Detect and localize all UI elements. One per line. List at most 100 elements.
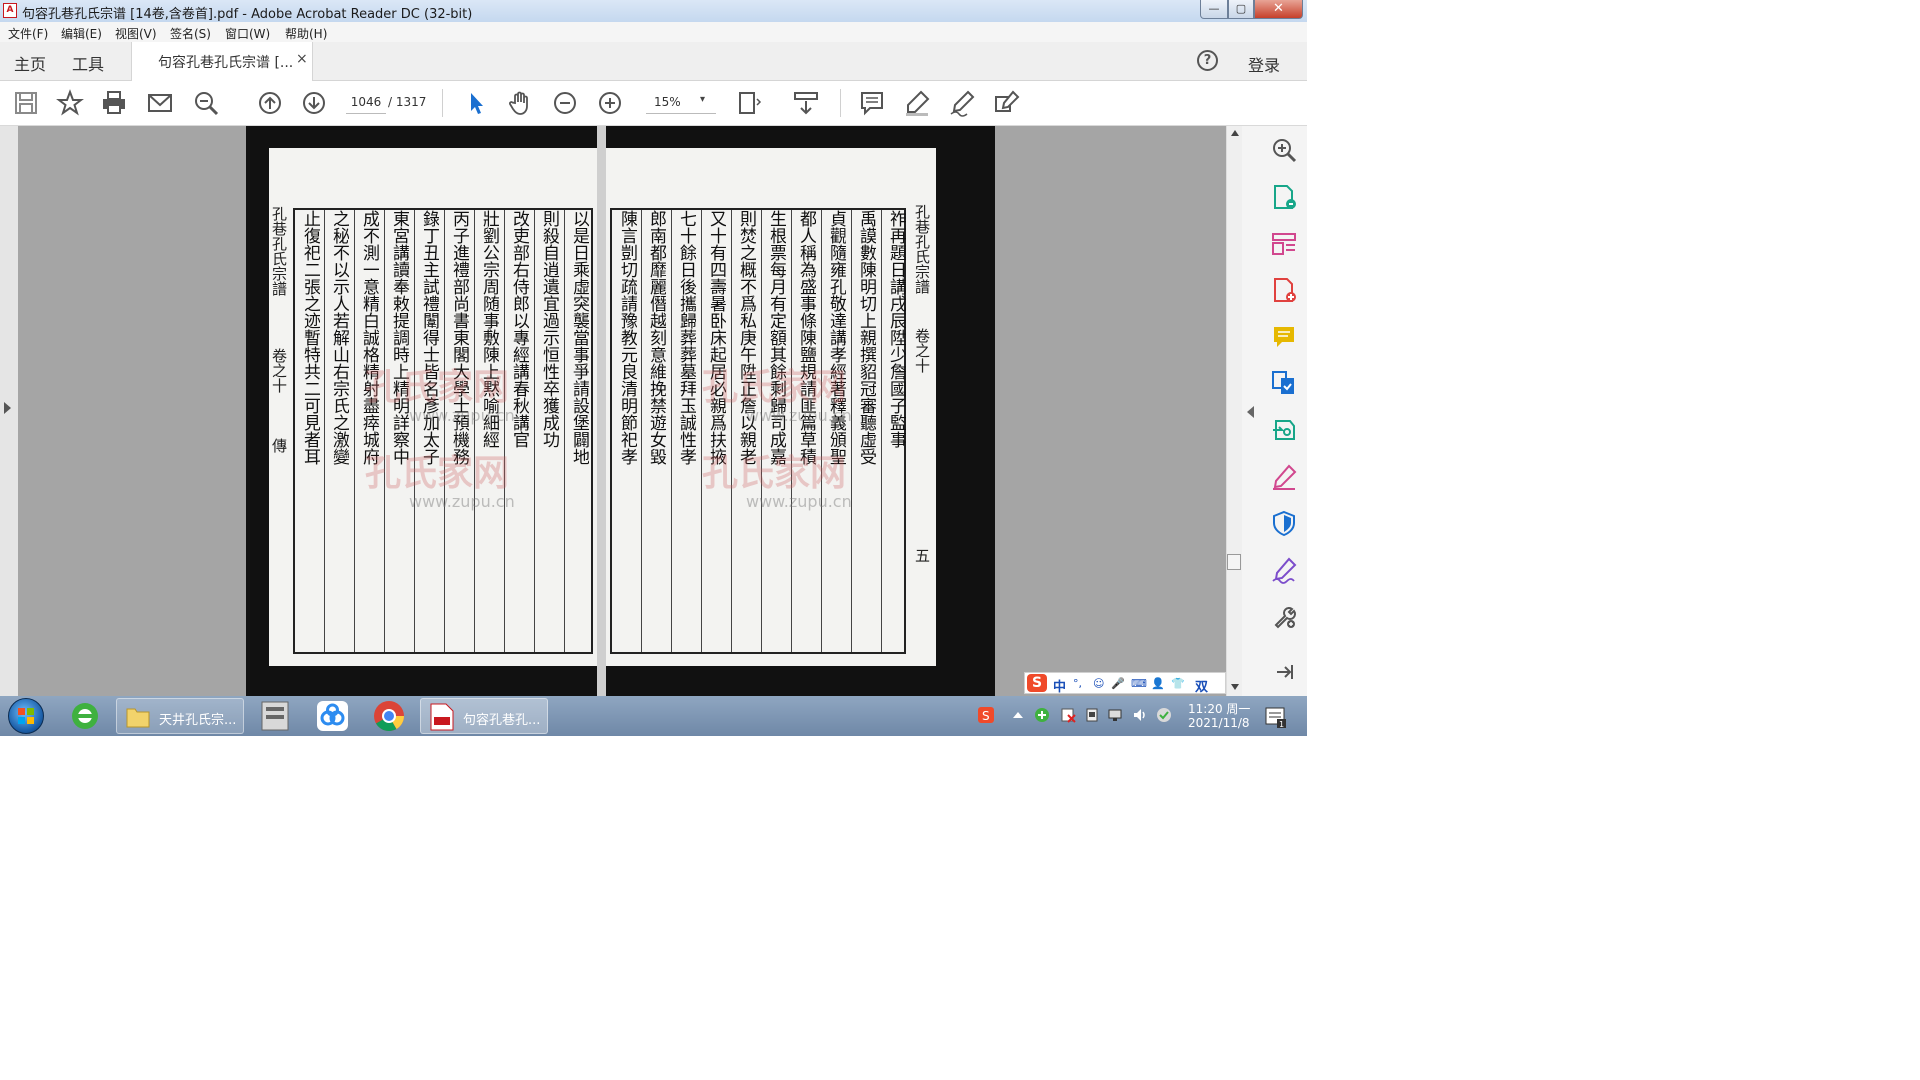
minimize-button[interactable]: — (1200, 0, 1228, 19)
menu-window[interactable]: 窗口(W) (225, 25, 270, 42)
scroll-up-icon[interactable] (1231, 130, 1239, 136)
chevron-down-icon: ▾ (700, 94, 706, 105)
tab-tools[interactable]: 工具 (72, 51, 104, 75)
fit-page-icon[interactable] (735, 89, 768, 117)
zoom-in-icon[interactable] (596, 89, 624, 117)
combine-files-icon[interactable] (1270, 369, 1298, 397)
right-tools-panel (1242, 126, 1307, 696)
baidu-netdisk-icon[interactable] (305, 698, 360, 734)
send-for-review-icon[interactable] (1270, 416, 1298, 444)
select-cursor-icon[interactable] (462, 89, 490, 117)
tray-expand-icon[interactable] (1010, 707, 1026, 723)
page-down-icon[interactable] (300, 89, 328, 117)
taskbar: 天井孔氏宗... 句容孔巷孔... S 11:20 周一 2021/11/8 1 (0, 696, 1307, 736)
sogou-logo-icon[interactable]: S (1027, 674, 1047, 692)
sign-icon[interactable] (948, 89, 976, 117)
clock-time[interactable]: 11:20 周一 (1188, 700, 1250, 717)
organize-pages-icon[interactable] (1270, 230, 1298, 258)
left-leaf: 孔巷孔氏宗譜 卷之十 傳 以是日乘虛突襲當事爭請設堡闢地 則殺自逍遺宜過示恒性卒… (269, 148, 597, 666)
close-tab-icon[interactable]: × (296, 51, 308, 67)
protect-icon[interactable] (1270, 509, 1298, 537)
zoom-out-icon[interactable] (551, 89, 579, 117)
comment-tool-icon[interactable] (1270, 323, 1298, 351)
taskbar-acrobat-task[interactable]: 句容孔巷孔... (420, 698, 548, 734)
email-icon[interactable] (146, 89, 174, 117)
zoom-value: 15% (654, 95, 681, 109)
pdf-page: 孔巷孔氏宗譜 卷之十 傳 以是日乘虛突襲當事爭請設堡闢地 則殺自逍遺宜過示恒性卒… (246, 126, 995, 696)
zoom-tool-icon[interactable] (1270, 136, 1298, 164)
watermark-url: www.zupu.cn (409, 492, 515, 511)
text-column: 郎南都靡麗僭越刻意維挽禁遊女毀 (646, 210, 666, 465)
highlight-pen-icon[interactable] (903, 89, 931, 117)
ime-punctuation-icon[interactable]: °, (1073, 677, 1082, 690)
menu-sign[interactable]: 签名(S) (170, 25, 211, 42)
pdf-tool-icon[interactable] (248, 698, 303, 734)
security-tray-icon[interactable] (1034, 707, 1050, 723)
exit-panel-icon[interactable] (1270, 658, 1298, 686)
bookmark-star-icon[interactable] (56, 89, 84, 117)
scroll-thumb[interactable] (1227, 554, 1241, 570)
collapse-panel-icon[interactable] (1247, 406, 1254, 418)
menu-view[interactable]: 视图(V) (115, 25, 157, 42)
ie-browser-icon[interactable] (58, 698, 113, 734)
windows-logo-icon (18, 708, 34, 724)
acrobat-app-icon: A (3, 3, 17, 18)
left-panel-toggle[interactable] (0, 126, 18, 696)
usb-device-tray-icon[interactable] (1084, 707, 1100, 723)
taskbar-folder-task[interactable]: 天井孔氏宗... (116, 698, 244, 734)
ime-emoji-icon[interactable]: ☺ (1093, 677, 1104, 690)
volume-tray-icon[interactable] (1132, 707, 1148, 723)
page-number-input[interactable] (346, 91, 386, 114)
comment-icon[interactable] (858, 89, 886, 117)
sogou-tray-icon[interactable]: S (978, 707, 994, 723)
menu-bar: 文件(F) 编辑(E) 视图(V) 签名(S) 窗口(W) 帮助(H) (0, 22, 1307, 42)
page-up-icon[interactable] (256, 89, 284, 117)
export-pdf-icon[interactable] (1270, 183, 1298, 211)
scroll-down-icon[interactable] (1231, 684, 1239, 690)
text-column: 祚再題日講戌辰陞少詹國子監事 (886, 210, 906, 448)
tab-document[interactable]: 句容孔巷孔氏宗谱 [... × (131, 42, 313, 81)
ime-user-icon[interactable]: 👤 (1151, 677, 1165, 690)
pdf-file-icon (430, 703, 454, 731)
chrome-browser-icon[interactable] (362, 698, 417, 734)
vertical-scrollbar[interactable] (1226, 126, 1243, 696)
fill-sign-icon[interactable] (1270, 463, 1298, 491)
text-column: 則焚之概不爲私庚午陞正詹以親老 (736, 210, 756, 465)
menu-file[interactable]: 文件(F) (8, 25, 48, 42)
ime-voice-icon[interactable]: 🎤 (1111, 677, 1125, 690)
ime-skin-icon[interactable]: 👕 (1171, 677, 1185, 690)
ime-language-toggle[interactable]: 中 (1053, 676, 1066, 695)
text-column: 禹謨數陳明切上親撰貂冠審聽虛受 (856, 210, 876, 465)
scroll-mode-icon[interactable] (792, 89, 820, 117)
ime-mode-toggle[interactable]: 双 (1195, 676, 1208, 695)
watermark-url: www.zupu.cn (409, 406, 515, 425)
edit-icon[interactable] (993, 89, 1021, 117)
watermark-logo: 孔氏家网 (365, 453, 510, 494)
maximize-button[interactable]: ▢ (1228, 0, 1254, 19)
action-center-icon[interactable]: 1 (1262, 702, 1288, 730)
signature-icon[interactable] (1270, 556, 1298, 584)
document-viewport[interactable]: 孔巷孔氏宗譜 卷之十 傳 以是日乘虛突襲當事爭請設堡闢地 則殺自逍遺宜過示恒性卒… (0, 126, 1226, 696)
tab-home[interactable]: 主页 (14, 51, 46, 75)
search-zoom-icon[interactable] (192, 89, 220, 117)
login-button[interactable]: 登录 (1248, 52, 1280, 76)
hand-icon[interactable] (506, 89, 534, 117)
ime-keyboard-icon[interactable]: ⌨ (1131, 677, 1147, 690)
flag-alert-tray-icon[interactable] (1060, 707, 1076, 723)
safe-check-tray-icon[interactable] (1156, 707, 1172, 723)
print-icon[interactable] (100, 89, 128, 117)
help-icon[interactable]: ? (1197, 50, 1218, 71)
tab-bar: 主页 工具 句容孔巷孔氏宗谱 [... × ? 登录 (0, 42, 1307, 81)
right-leaf: 祚再題日講戌辰陞少詹國子監事 禹謨數陳明切上親撰貂冠審聽虛受 貞觀隨雍孔敬達講孝… (606, 148, 936, 666)
clock-date[interactable]: 2021/11/8 (1188, 716, 1250, 730)
menu-help[interactable]: 帮助(H) (285, 25, 327, 42)
zoom-select[interactable]: 15% ▾ (646, 91, 716, 114)
save-icon[interactable] (12, 89, 40, 117)
text-column: 錄丁丑主試禮闈得士皆名彥加太子 (419, 210, 439, 465)
create-pdf-icon[interactable] (1270, 276, 1298, 304)
more-tools-icon[interactable] (1270, 603, 1298, 631)
start-button[interactable] (8, 698, 44, 734)
close-window-button[interactable]: ✕ (1254, 0, 1303, 19)
network-tray-icon[interactable] (1108, 707, 1124, 723)
menu-edit[interactable]: 编辑(E) (61, 25, 102, 42)
